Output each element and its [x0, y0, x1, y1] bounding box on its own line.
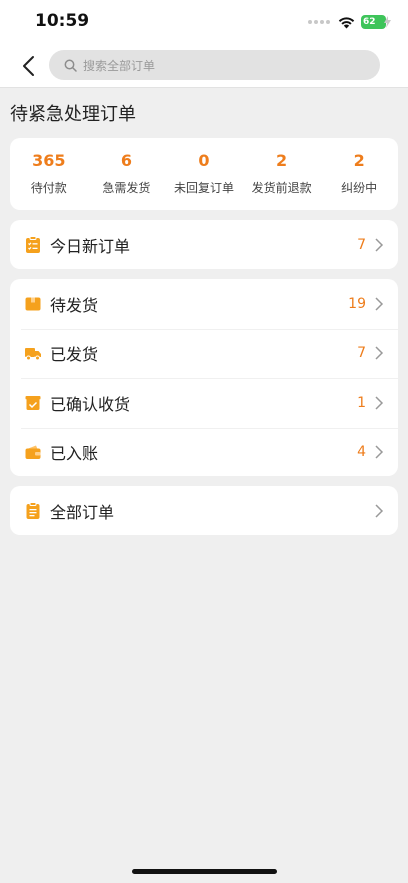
- list-item-credited[interactable]: 已入账 4: [10, 427, 398, 478]
- row-count: 19: [348, 295, 366, 312]
- row-count: 7: [357, 345, 366, 362]
- signal-icon: [308, 20, 330, 24]
- stat-label: 未回复订单: [173, 181, 234, 195]
- row-label: 待发货: [50, 295, 99, 315]
- wallet-icon: [25, 445, 41, 460]
- row-count: 1: [357, 394, 366, 411]
- order-status-card: 待发货 19 已发货 7 已确认收货 1 已入账 4: [10, 279, 398, 476]
- clipboard-list-icon: [26, 235, 40, 253]
- stat-in-dispute[interactable]: 2 纠纷中: [320, 138, 398, 210]
- back-button[interactable]: [18, 53, 42, 79]
- status-bar: 10:59 62: [0, 0, 408, 44]
- status-indicators: 62: [308, 14, 391, 30]
- row-count: 4: [357, 444, 366, 461]
- row-label: 已入账: [50, 444, 99, 464]
- row-label: 已发货: [50, 345, 99, 365]
- charging-bolt-icon: [384, 16, 391, 28]
- all-orders-card: 全部订单: [10, 486, 398, 535]
- stat-refund-before-shipping[interactable]: 2 发货前退款: [243, 138, 321, 210]
- list-item-to-ship[interactable]: 待发货 19: [10, 279, 398, 329]
- row-label: 已确认收货: [50, 394, 131, 414]
- chevron-right-icon: [375, 346, 384, 360]
- chevron-right-icon: [375, 297, 384, 311]
- stat-pending-payment[interactable]: 365 待付款: [10, 138, 88, 210]
- all-orders-row[interactable]: 全部订单: [10, 486, 398, 536]
- stat-value: 365: [32, 151, 66, 170]
- row-label: 今日新订单: [50, 236, 131, 256]
- wifi-icon: [338, 16, 355, 28]
- stat-urgent-shipment[interactable]: 6 急需发货: [88, 138, 166, 210]
- status-time: 10:59: [35, 11, 90, 31]
- chevron-right-icon: [375, 445, 384, 459]
- page-title: 待紧急处理订单: [10, 104, 136, 125]
- stat-unreplied[interactable]: 0 未回复订单: [165, 138, 243, 210]
- urgent-stats-card: 365 待付款 6 急需发货 0 未回复订单 2 发货前退款 2 纠纷中: [10, 138, 398, 210]
- stat-label: 纠纷中: [341, 181, 378, 195]
- battery-level: 62: [363, 17, 376, 27]
- stat-label: 发货前退款: [251, 181, 312, 195]
- search-icon: [64, 59, 77, 72]
- chevron-right-icon: [375, 396, 384, 410]
- home-indicator[interactable]: [132, 869, 277, 874]
- stat-value: 2: [276, 151, 288, 170]
- row-count: 7: [357, 236, 366, 253]
- chevron-right-icon: [375, 504, 384, 518]
- row-label: 全部订单: [50, 502, 115, 522]
- box-icon: [25, 297, 41, 311]
- stat-value: 0: [198, 151, 210, 170]
- search-placeholder: 搜索全部订单: [83, 58, 156, 73]
- today-orders-row[interactable]: 今日新订单 7: [10, 220, 398, 270]
- nav-bar: 搜索全部订单: [0, 44, 408, 88]
- truck-icon: [25, 348, 41, 361]
- list-item-shipped[interactable]: 已发货 7: [10, 328, 398, 379]
- list-item-received[interactable]: 已确认收货 1: [10, 378, 398, 428]
- stat-label: 待付款: [30, 181, 67, 195]
- stat-value: 2: [353, 151, 365, 170]
- checked-box-icon: [25, 395, 41, 410]
- battery-icon: 62: [361, 15, 391, 29]
- search-input[interactable]: 搜索全部订单: [49, 50, 380, 80]
- chevron-right-icon: [375, 238, 384, 252]
- document-icon: [26, 501, 40, 519]
- stat-label: 急需发货: [102, 181, 151, 195]
- stat-value: 6: [120, 151, 132, 170]
- today-orders-card: 今日新订单 7: [10, 220, 398, 269]
